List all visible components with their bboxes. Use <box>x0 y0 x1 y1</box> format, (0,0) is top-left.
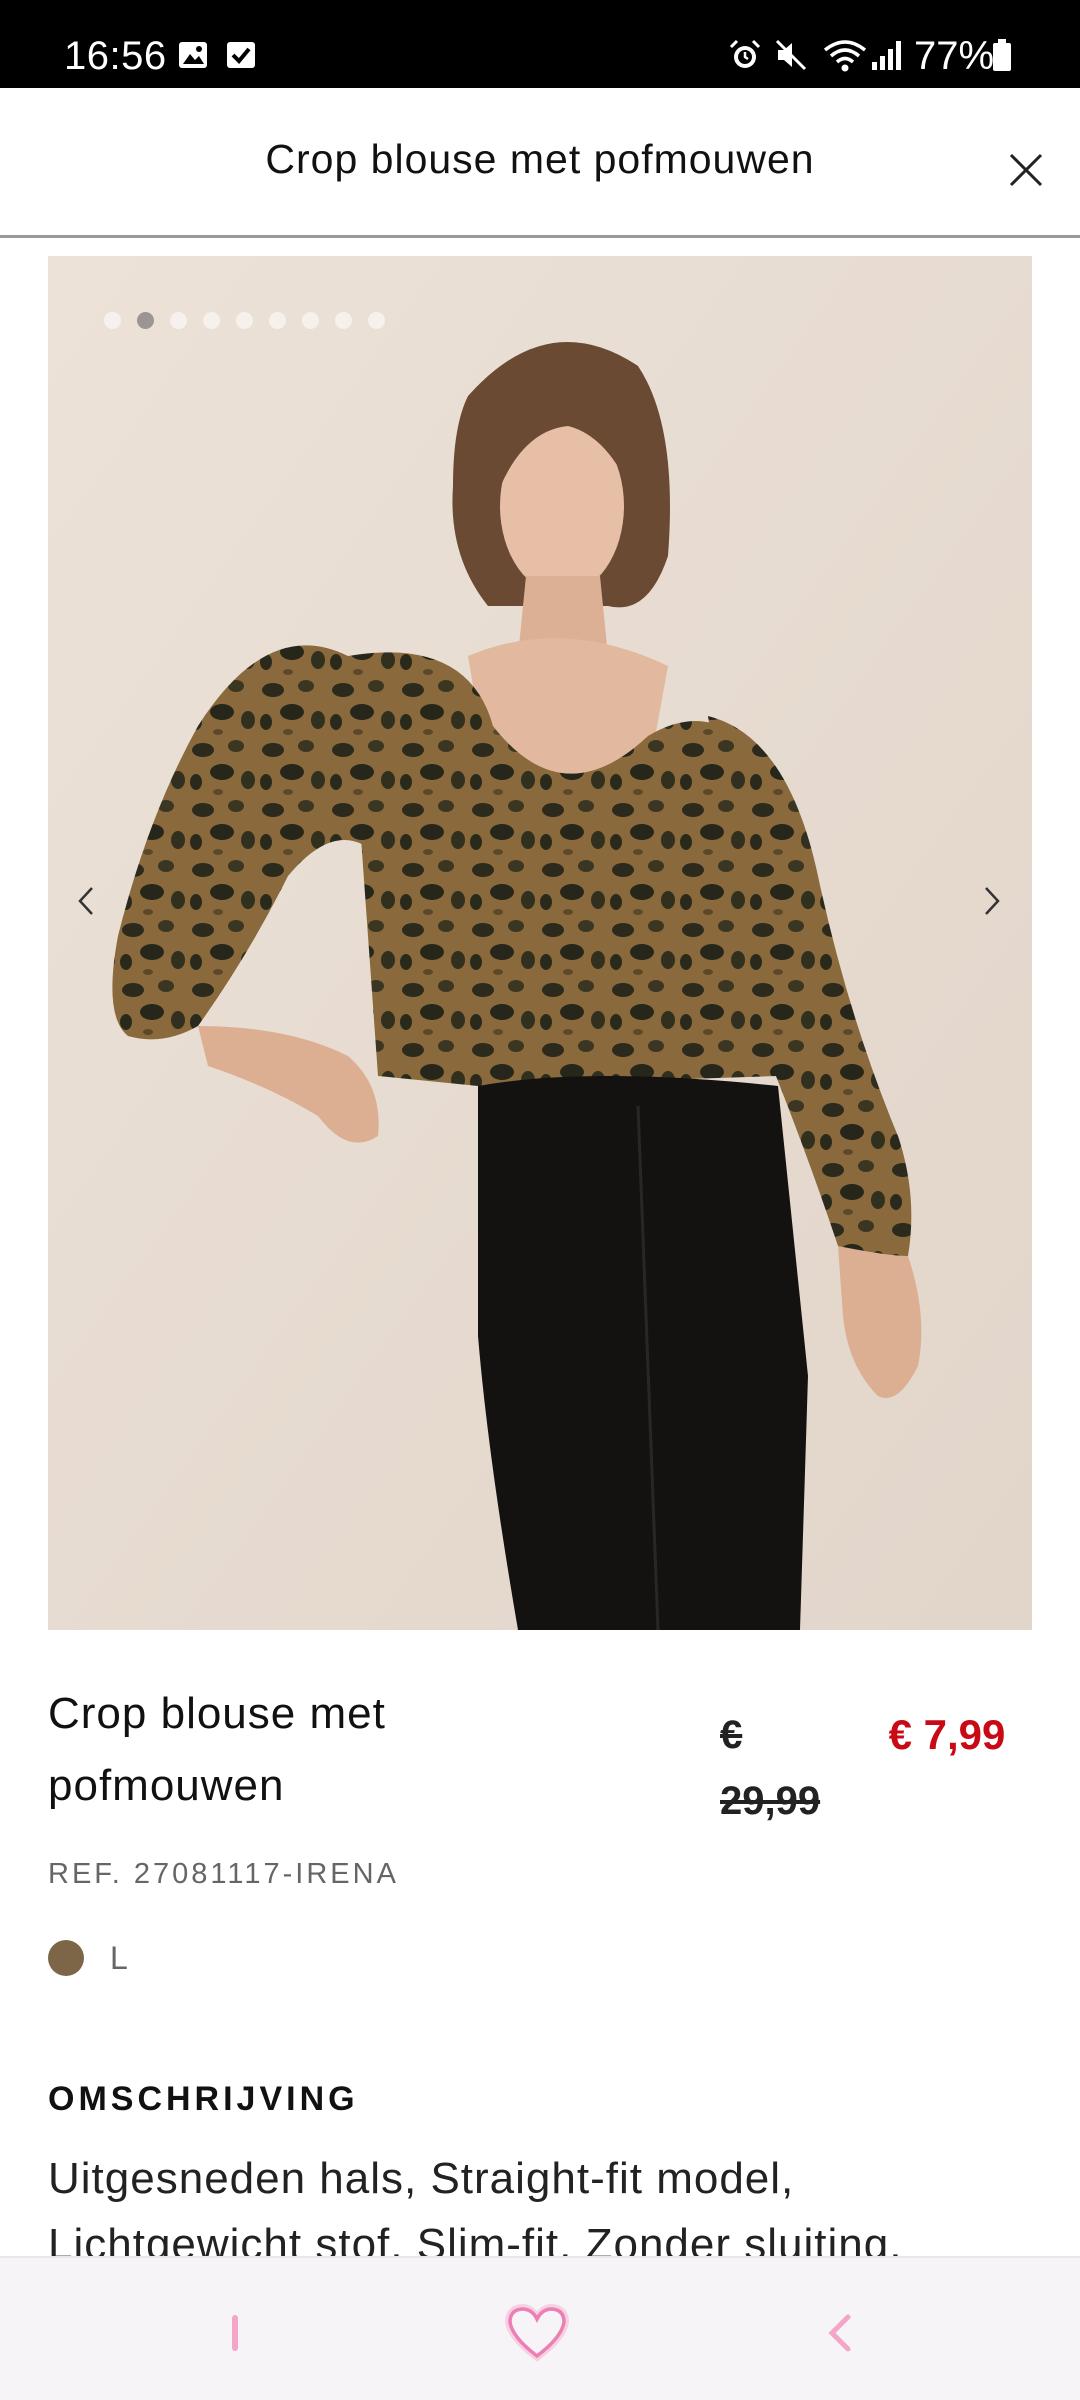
carousel-dot-active[interactable] <box>137 312 154 329</box>
carousel-dot[interactable] <box>335 312 352 329</box>
heart-icon <box>504 2303 570 2362</box>
close-icon <box>1009 153 1043 187</box>
product-image-carousel[interactable] <box>48 256 1032 1630</box>
color-swatch[interactable] <box>48 1940 84 1976</box>
close-button[interactable] <box>996 140 1056 200</box>
selected-size: L <box>110 1940 128 1976</box>
menu-icon <box>232 2315 238 2351</box>
battery-icon <box>990 38 1014 72</box>
carousel-dot[interactable] <box>269 312 286 329</box>
next-image-button[interactable] <box>962 866 1022 936</box>
favorite-button[interactable] <box>492 2288 582 2378</box>
back-button[interactable] <box>794 2288 884 2378</box>
page-title: Crop blouse met pofmouwen <box>265 136 815 182</box>
carousel-dot[interactable] <box>203 312 220 329</box>
wifi-icon <box>820 38 870 72</box>
sale-price: € 7,99 <box>888 1711 1006 1758</box>
carousel-dot[interactable] <box>170 312 187 329</box>
battery-percentage: 77% <box>914 34 995 78</box>
menu-button[interactable] <box>190 2288 280 2378</box>
chevron-right-icon <box>985 887 1000 915</box>
product-reference: REF. 27081117-IRENA <box>48 1858 399 1890</box>
bottom-navigation <box>0 2256 1080 2400</box>
status-bar: 16:56 77% <box>0 0 1080 88</box>
product-photo <box>48 256 1032 1630</box>
carousel-dot[interactable] <box>104 312 121 329</box>
signal-icon <box>870 38 904 72</box>
description-heading: OMSCHRIJVING <box>48 2080 359 2118</box>
chevron-left-icon <box>78 887 93 915</box>
carousel-dot[interactable] <box>368 312 385 329</box>
original-price: € 29,99 <box>720 1713 821 1823</box>
carousel-indicator <box>104 312 385 329</box>
carousel-dot[interactable] <box>302 312 319 329</box>
check-box-icon <box>224 38 258 72</box>
product-name: Crop blouse met pofmouwen <box>48 1689 386 1810</box>
previous-image-button[interactable] <box>56 866 116 936</box>
status-time: 16:56 <box>64 34 167 78</box>
header: Crop blouse met pofmouwen <box>0 88 1080 238</box>
image-icon <box>176 38 210 72</box>
alarm-icon <box>728 38 762 72</box>
back-icon <box>828 2314 851 2352</box>
carousel-dot[interactable] <box>236 312 253 329</box>
mute-icon <box>774 38 808 72</box>
